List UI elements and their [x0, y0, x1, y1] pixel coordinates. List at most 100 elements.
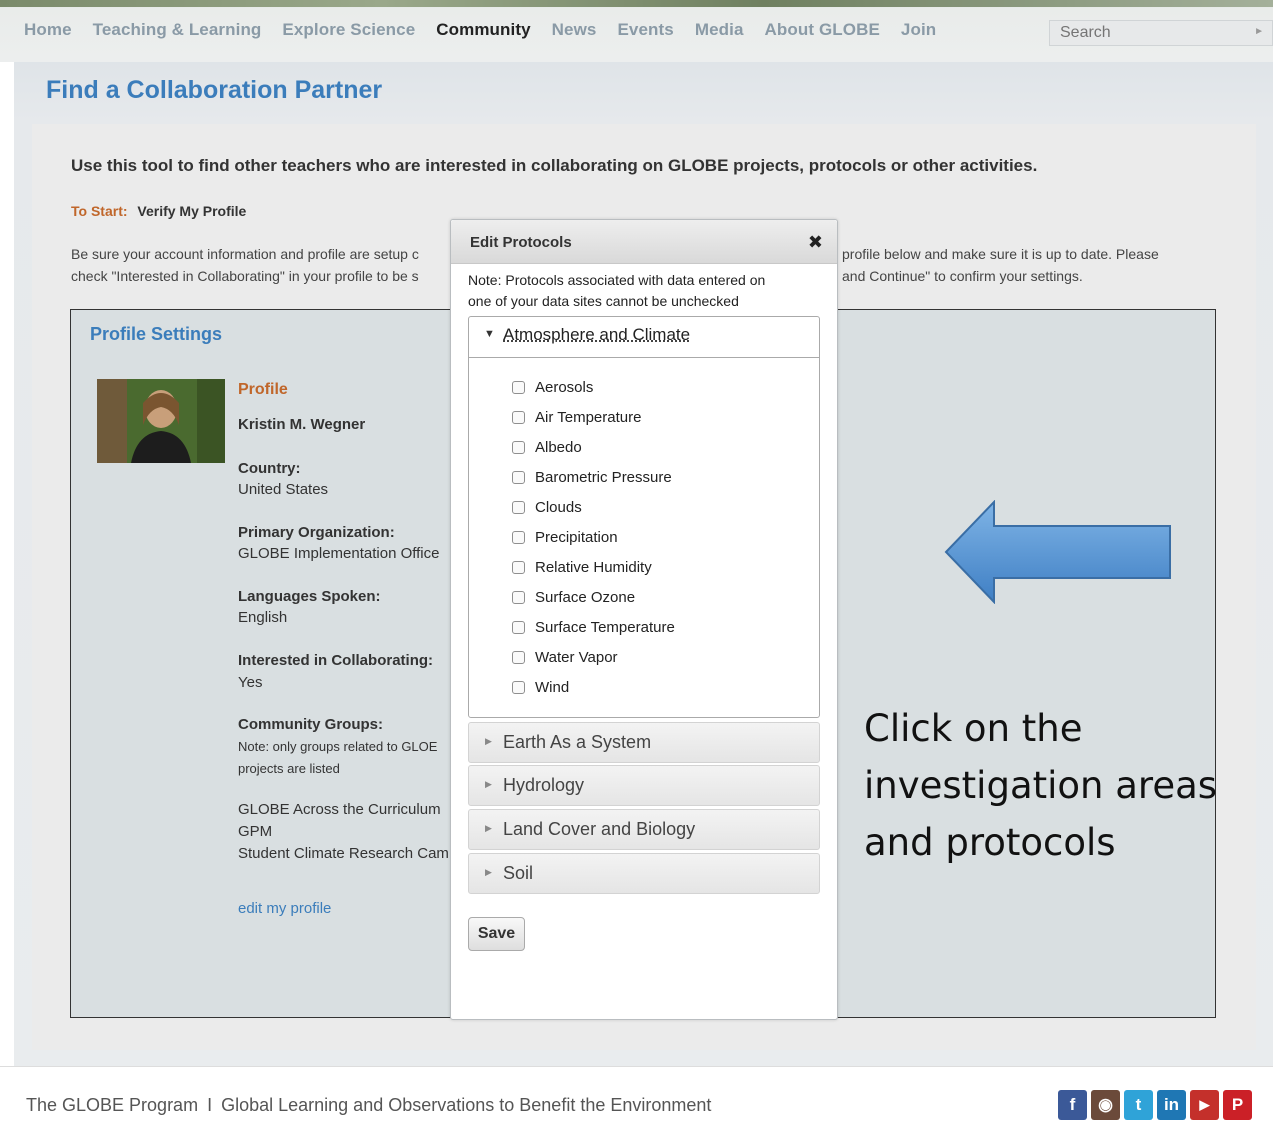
- footer-divider: [0, 1066, 1273, 1067]
- dialog-note-line1: Note: Protocols associated with data ent…: [468, 272, 766, 288]
- twitter-icon[interactable]: t: [1124, 1090, 1153, 1120]
- dialog-note-line2: one of your data sites cannot be uncheck…: [468, 293, 739, 309]
- nav-media[interactable]: Media: [695, 20, 744, 40]
- close-icon[interactable]: ✖: [808, 232, 823, 253]
- checkbox[interactable]: [512, 440, 525, 454]
- organization-label: Primary Organization:: [238, 524, 395, 541]
- protocol-albedo[interactable]: Albedo: [512, 436, 582, 458]
- youtube-icon[interactable]: ▶: [1190, 1090, 1219, 1120]
- group-item: GLOBE Across the Curriculum: [238, 801, 441, 818]
- linkedin-icon[interactable]: in: [1157, 1090, 1186, 1120]
- accordion-label: Land Cover and Biology: [503, 819, 696, 839]
- triangle-right-icon: ▶: [485, 823, 492, 833]
- protocol-label: Wind: [535, 678, 570, 696]
- collaborating-value: Yes: [238, 674, 263, 691]
- nav-events[interactable]: Events: [617, 20, 673, 40]
- dialog-header: Edit Protocols ✖: [451, 220, 837, 264]
- protocol-aerosols[interactable]: Aerosols: [512, 376, 593, 398]
- protocol-label: Albedo: [535, 438, 582, 456]
- protocol-barometric-pressure[interactable]: Barometric Pressure: [512, 466, 672, 488]
- groups-label: Community Groups:: [238, 716, 383, 733]
- accordion-soil[interactable]: ▶ Soil: [468, 853, 820, 894]
- nav-news[interactable]: News: [552, 20, 597, 40]
- profile-heading: Profile: [238, 381, 288, 398]
- to-start-value: Verify My Profile: [137, 203, 247, 219]
- group-item: Student Climate Research Cam: [238, 845, 449, 862]
- search-box: ►: [1049, 20, 1273, 46]
- edit-profile-link[interactable]: edit my profile: [238, 900, 331, 917]
- checkbox[interactable]: [512, 560, 525, 574]
- annotation-line3: and protocols: [864, 821, 1116, 864]
- checkbox[interactable]: [512, 410, 525, 424]
- page-title: Find a Collaboration Partner: [46, 76, 383, 104]
- search-submit-icon[interactable]: ►: [1254, 26, 1264, 37]
- instructions-right-line1: profile below and make sure it is up to …: [842, 246, 1159, 262]
- nav-home[interactable]: Home: [24, 20, 72, 40]
- edit-protocols-dialog: Edit Protocols ✖ Note: Protocols associa…: [450, 219, 838, 1020]
- nav-community[interactable]: Community: [436, 20, 530, 40]
- groups-note-line2: projects are listed: [238, 761, 340, 776]
- checkbox[interactable]: [512, 650, 525, 664]
- annotation-text: Click on the investigation areas and pro…: [864, 700, 1264, 871]
- checkbox[interactable]: [512, 530, 525, 544]
- nav-explore-science[interactable]: Explore Science: [282, 20, 415, 40]
- protocol-wind[interactable]: Wind: [512, 676, 569, 698]
- accordion-label: Atmosphere and Climate: [503, 325, 691, 344]
- organization-value: GLOBE Implementation Office: [238, 545, 440, 562]
- protocol-label: Water Vapor: [535, 648, 618, 666]
- protocol-surface-temperature[interactable]: Surface Temperature: [512, 616, 675, 638]
- protocol-water-vapor[interactable]: Water Vapor: [512, 646, 618, 668]
- profile-name: Kristin M. Wegner: [238, 416, 366, 433]
- accordion-hydrology[interactable]: ▶ Hydrology: [468, 765, 820, 806]
- intro-text: Use this tool to find other teachers who…: [71, 156, 1038, 175]
- to-start-label: To Start:: [71, 203, 128, 219]
- facebook-icon[interactable]: f: [1058, 1090, 1087, 1120]
- left-arrow-annotation: [944, 500, 1171, 604]
- to-start-line: To Start: Verify My Profile: [71, 203, 246, 219]
- checkbox[interactable]: [512, 500, 525, 514]
- nav-join[interactable]: Join: [901, 20, 936, 40]
- accordion-label: Earth As a System: [503, 732, 652, 752]
- protocol-label: Surface Ozone: [535, 588, 636, 606]
- country-label: Country:: [238, 460, 301, 477]
- protocol-air-temperature[interactable]: Air Temperature: [512, 406, 641, 428]
- accordion-label: Soil: [503, 863, 534, 883]
- checkbox[interactable]: [512, 680, 525, 694]
- accordion-land-cover-biology[interactable]: ▶ Land Cover and Biology: [468, 809, 820, 850]
- pinterest-icon[interactable]: P: [1223, 1090, 1252, 1120]
- profile-settings-title: Profile Settings: [90, 324, 223, 344]
- protocol-label: Surface Temperature: [535, 618, 675, 636]
- instructions-right: profile below and make sure it is up to …: [842, 243, 1159, 287]
- triangle-right-icon: ▶: [485, 867, 492, 877]
- nav-teaching-learning[interactable]: Teaching & Learning: [93, 20, 262, 40]
- instructions-left-line1: Be sure your account information and pro…: [71, 246, 419, 262]
- accordion-header-atmosphere[interactable]: ▼ Atmosphere and Climate: [469, 317, 819, 358]
- dialog-note: Note: Protocols associated with data ent…: [468, 270, 818, 312]
- protocol-surface-ozone[interactable]: Surface Ozone: [512, 586, 635, 608]
- profile-photo: [97, 379, 225, 463]
- protocol-label: Barometric Pressure: [535, 468, 672, 486]
- collaborating-label: Interested in Collaborating:: [238, 652, 434, 669]
- dialog-title: Edit Protocols: [470, 234, 572, 251]
- checkbox[interactable]: [512, 470, 525, 484]
- annotation-line1: Click on the: [864, 707, 1083, 750]
- checkbox[interactable]: [512, 620, 525, 634]
- footer-tagline: Global Learning and Observations to Bene…: [221, 1095, 712, 1115]
- checkbox[interactable]: [512, 380, 525, 394]
- header-image-strip: [0, 0, 1273, 7]
- footer-text: The GLOBE Program I Global Learning and Ob…: [26, 1095, 711, 1116]
- protocol-label: Aerosols: [535, 378, 594, 396]
- accordion-earth-as-a-system[interactable]: ▶ Earth As a System: [468, 722, 820, 763]
- languages-label: Languages Spoken:: [238, 588, 381, 605]
- nav-about-globe[interactable]: About GLOBE: [765, 20, 880, 40]
- checkbox[interactable]: [512, 590, 525, 604]
- protocol-label: Precipitation: [535, 528, 618, 546]
- protocol-relative-humidity[interactable]: Relative Humidity: [512, 556, 652, 578]
- search-input[interactable]: [1050, 21, 1250, 45]
- footer-separator: I: [207, 1095, 213, 1115]
- protocol-clouds[interactable]: Clouds: [512, 496, 582, 518]
- instagram-icon[interactable]: ◉: [1091, 1090, 1120, 1120]
- footer-program-name: The GLOBE Program: [26, 1095, 199, 1115]
- save-button[interactable]: Save: [468, 917, 525, 951]
- protocol-precipitation[interactable]: Precipitation: [512, 526, 618, 548]
